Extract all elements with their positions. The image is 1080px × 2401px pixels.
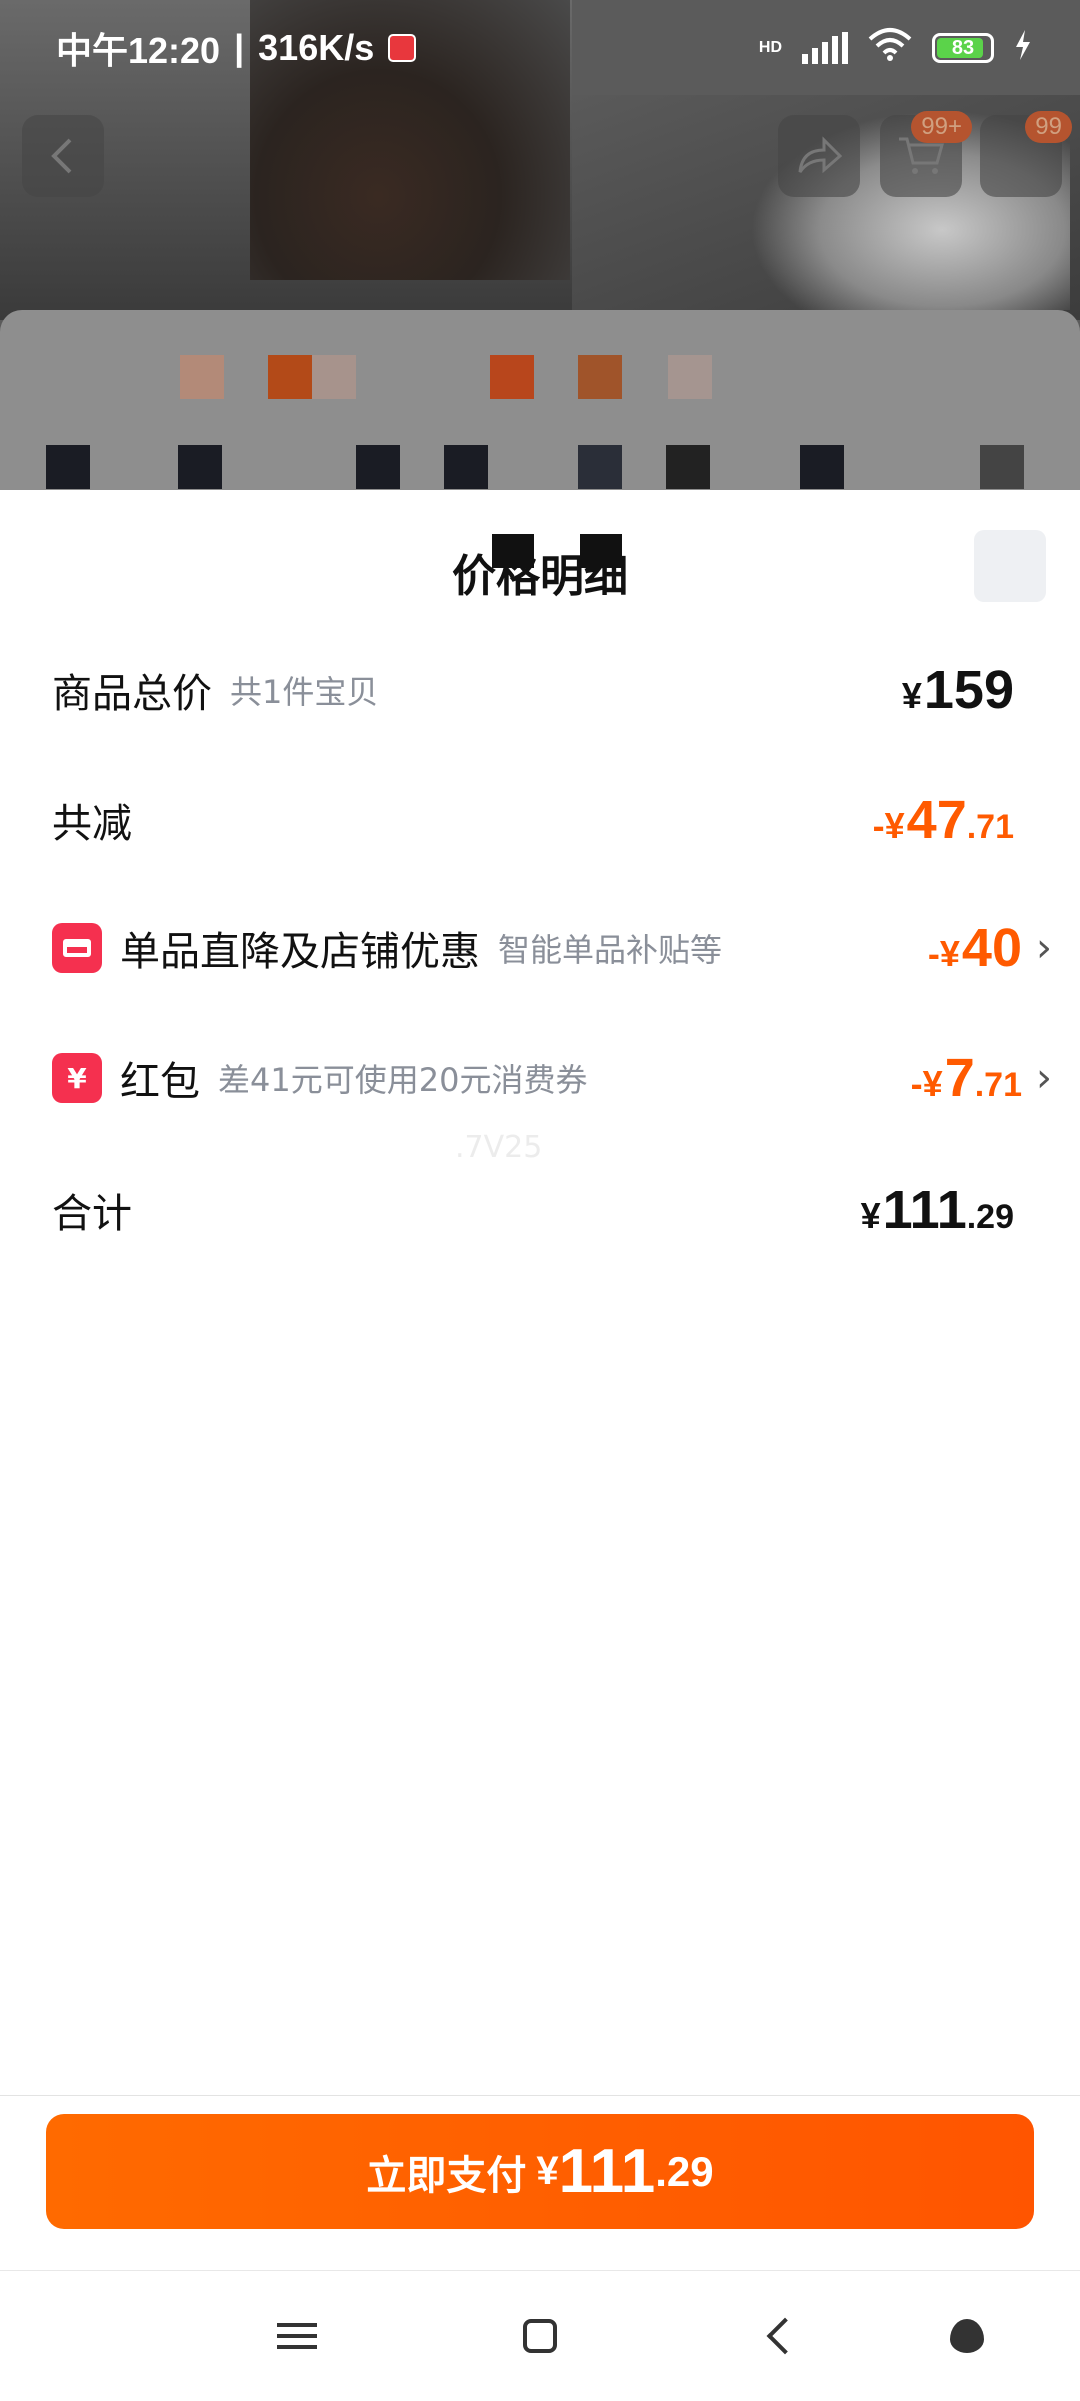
status-separator: | bbox=[234, 27, 245, 68]
pixel-mosaic bbox=[980, 445, 1024, 489]
amount-main: 159 bbox=[923, 660, 1014, 720]
red-packet-sub: 差41元可使用20元消费券 bbox=[218, 1061, 588, 1099]
pixel-mosaic bbox=[444, 445, 488, 489]
shop-discount-sub: 智能单品补贴等 bbox=[498, 931, 723, 969]
shop-icon bbox=[52, 923, 102, 973]
shop-discount-amount: -¥40 bbox=[928, 917, 1022, 979]
pixel-mosaic bbox=[490, 355, 534, 399]
product-info-card bbox=[0, 310, 1080, 490]
home-icon[interactable] bbox=[505, 2301, 575, 2371]
system-nav-bar bbox=[0, 2270, 1080, 2401]
pixel-mosaic bbox=[578, 445, 622, 489]
charging-icon bbox=[1014, 27, 1032, 69]
product-page-backdrop: 中午12:20 | 316K/s HD 83 99+ 99 bbox=[0, 0, 1080, 490]
amount-main: 111 bbox=[882, 1180, 967, 1240]
row-sum: 合计 ¥111.29 bbox=[52, 1180, 1014, 1240]
cart-icon[interactable]: 99+ bbox=[880, 111, 972, 197]
reduction-amount: -¥47.71 bbox=[873, 789, 1014, 851]
sheet-title: 价格明细 bbox=[452, 551, 628, 602]
status-bar: 中午12:20 | 316K/s HD 83 bbox=[0, 0, 1080, 96]
chevron-right-icon: › bbox=[1036, 1055, 1052, 1101]
currency-symbol: -¥ bbox=[910, 1063, 943, 1104]
battery-icon: 83 bbox=[932, 33, 994, 63]
nav-back-icon[interactable] bbox=[750, 2301, 820, 2371]
pixel-mosaic bbox=[180, 355, 224, 399]
network-speed: 316K/s bbox=[258, 27, 375, 68]
chevron-right-icon: › bbox=[1036, 925, 1052, 971]
wifi-icon bbox=[868, 27, 912, 70]
app-notification-icon bbox=[388, 34, 417, 62]
amount-main: 40 bbox=[961, 918, 1022, 978]
pay-currency: ¥ bbox=[536, 2149, 559, 2193]
amount-decimal: .29 bbox=[966, 1198, 1014, 1236]
status-left: 中午12:20 | 316K/s bbox=[56, 22, 417, 74]
row-goods-total: 商品总价 共1件宝贝 ¥159 bbox=[52, 660, 1014, 720]
share-icon[interactable] bbox=[778, 115, 860, 197]
pay-amount-main: 111 bbox=[558, 2137, 656, 2206]
redaction-block bbox=[492, 534, 534, 568]
back-icon[interactable] bbox=[22, 115, 104, 197]
currency-symbol: -¥ bbox=[872, 805, 905, 846]
goods-count: 共1件宝贝 bbox=[230, 673, 379, 711]
redaction-block bbox=[580, 534, 622, 568]
red-packet-amount: -¥7.71 bbox=[911, 1047, 1022, 1109]
pixel-mosaic bbox=[800, 445, 844, 489]
row-red-packet[interactable]: ¥ 红包 差41元可使用20元消费券 -¥7.71 › bbox=[52, 1048, 1052, 1108]
status-time: 中午12:20 bbox=[56, 30, 221, 71]
sum-label: 合计 bbox=[52, 1191, 132, 1237]
status-right: HD 83 bbox=[759, 27, 1032, 70]
currency-symbol: -¥ bbox=[927, 933, 960, 974]
pixel-mosaic bbox=[268, 355, 312, 399]
red-packet-icon: ¥ bbox=[52, 1053, 102, 1103]
pay-amount-decimal: .29 bbox=[655, 2147, 714, 2195]
currency-symbol: ¥ bbox=[901, 675, 922, 716]
row-total-reduction: 共减 -¥47.71 bbox=[52, 790, 1014, 850]
currency-symbol: ¥ bbox=[860, 1195, 881, 1236]
message-icon[interactable]: 99 bbox=[980, 111, 1072, 197]
signal-icon bbox=[802, 32, 848, 64]
pay-now-label: 立即支付 bbox=[366, 2152, 527, 2199]
pay-bar: 立即支付 ¥111.29 bbox=[0, 2095, 1080, 2271]
sum-amount: ¥111.29 bbox=[861, 1179, 1014, 1241]
message-badge: 99 bbox=[1025, 111, 1072, 143]
pixel-mosaic bbox=[578, 355, 622, 399]
goods-total-label: 商品总价 bbox=[52, 671, 212, 717]
pixel-mosaic bbox=[312, 355, 356, 399]
amount-main: 7 bbox=[944, 1048, 975, 1108]
pixel-mosaic bbox=[666, 445, 710, 489]
close-icon[interactable] bbox=[974, 530, 1046, 602]
pixel-mosaic bbox=[356, 445, 400, 489]
pixel-mosaic bbox=[178, 445, 222, 489]
pay-now-button[interactable]: 立即支付 ¥111.29 bbox=[46, 2114, 1034, 2229]
reduction-label: 共减 bbox=[52, 801, 132, 847]
amount-main: 47 bbox=[906, 790, 967, 850]
amount-decimal: .71 bbox=[966, 808, 1014, 846]
shop-discount-label: 单品直降及店铺优惠 bbox=[120, 929, 480, 975]
goods-total-amount: ¥159 bbox=[902, 659, 1014, 721]
row-shop-discount[interactable]: 单品直降及店铺优惠 智能单品补贴等 -¥40 › bbox=[52, 918, 1052, 978]
assistant-icon[interactable] bbox=[932, 2301, 1002, 2371]
cart-badge: 99+ bbox=[911, 111, 972, 143]
battery-level: 83 bbox=[951, 36, 975, 59]
watermark: .7V25 bbox=[455, 1130, 543, 1165]
pixel-mosaic bbox=[668, 355, 712, 399]
menu-icon[interactable] bbox=[262, 2301, 332, 2371]
hd-label: HD bbox=[758, 39, 782, 56]
red-packet-label: 红包 bbox=[120, 1059, 200, 1105]
pixel-mosaic bbox=[46, 445, 90, 489]
amount-decimal: .71 bbox=[974, 1066, 1022, 1104]
